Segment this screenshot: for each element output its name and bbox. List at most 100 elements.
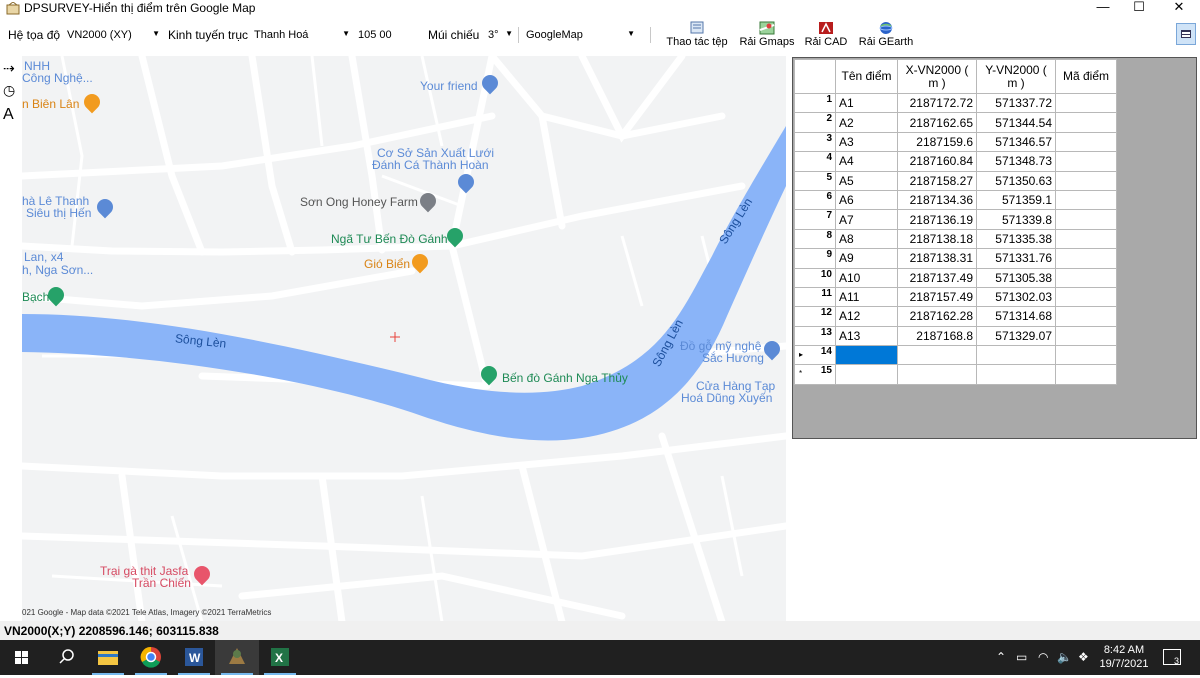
cell-code[interactable] [1055, 209, 1117, 230]
chevron-up-icon[interactable]: ⌃ [996, 650, 1006, 664]
gmaps-button[interactable]: Rải Gmaps [738, 21, 796, 48]
cell-y[interactable]: 571305.38 [976, 267, 1056, 288]
cell-x[interactable]: 2187134.36 [897, 189, 977, 211]
taskbar-chrome[interactable] [129, 640, 173, 675]
cell-y[interactable] [976, 345, 1056, 366]
cell-x[interactable]: 2187162.28 [897, 306, 977, 327]
row-number[interactable]: 13 [794, 325, 836, 347]
row-number[interactable]: 6 [794, 189, 836, 211]
cell-y[interactable]: 571302.03 [976, 286, 1056, 308]
cell-point-name[interactable]: A10 [835, 267, 898, 288]
cell-code[interactable] [1055, 306, 1117, 327]
cell-x[interactable]: 2187137.49 [897, 267, 977, 288]
row-number[interactable]: 7 [794, 209, 836, 230]
cell-point-name[interactable]: A2 [835, 112, 898, 133]
text-tool-icon[interactable]: A [3, 106, 14, 124]
cell-y[interactable]: 571359.1 [976, 189, 1056, 211]
volume-icon[interactable]: 🔈 [1057, 650, 1072, 664]
row-number[interactable]: 3 [794, 131, 836, 153]
cell-code[interactable] [1055, 131, 1117, 153]
cell-point-name[interactable]: A6 [835, 189, 898, 211]
cell-code[interactable] [1055, 170, 1117, 191]
cell-point-name[interactable]: A1 [835, 92, 898, 114]
column-header-y[interactable]: Y-VN2000 (m ) [976, 59, 1056, 94]
notification-button[interactable]: 3 [1163, 649, 1181, 666]
battery-icon[interactable]: ▭ [1016, 650, 1027, 664]
cell-code[interactable] [1055, 151, 1117, 172]
row-number[interactable]: * 15 [794, 364, 836, 385]
taskbar-word[interactable]: W [172, 640, 216, 675]
cell-x[interactable]: 2187159.6 [897, 131, 977, 153]
minimize-button[interactable]: — [1083, 0, 1123, 17]
cell-point-name[interactable] [835, 364, 898, 385]
row-number[interactable]: 11 [794, 286, 836, 308]
cell-y[interactable] [976, 364, 1056, 385]
cell-x[interactable] [897, 364, 977, 385]
cell-x[interactable]: 2187157.49 [897, 286, 977, 308]
maximize-button[interactable]: ☐ [1119, 0, 1159, 17]
clock[interactable]: 8:42 AM 19/7/2021 [1098, 643, 1150, 671]
cell-point-name[interactable]: A5 [835, 170, 898, 191]
province-select[interactable]: Thanh Hoá ▼ [249, 26, 353, 44]
cell-code[interactable] [1055, 345, 1117, 366]
dropbox-icon[interactable]: ❖ [1078, 650, 1089, 664]
cell-y[interactable]: 571335.38 [976, 228, 1056, 250]
cell-code[interactable] [1055, 189, 1117, 211]
wifi-icon[interactable]: ◠ [1038, 650, 1048, 664]
cell-point-name[interactable]: A7 [835, 209, 898, 230]
cell-point-name[interactable]: A8 [835, 228, 898, 250]
cell-code[interactable] [1055, 228, 1117, 250]
google-map[interactable]: NHH Công Nghệ... n Biên Lân Your friend … [22, 56, 786, 622]
cell-x[interactable]: 2187138.18 [897, 228, 977, 250]
cell-x[interactable]: 2187162.65 [897, 112, 977, 133]
cell-code[interactable] [1055, 248, 1117, 269]
row-number[interactable]: 12 [794, 306, 836, 327]
cell-point-name[interactable]: A11 [835, 286, 898, 308]
column-header-code[interactable]: Mã điểm [1055, 59, 1117, 94]
coord-system-select[interactable]: VN2000 (XY) ▼ [62, 26, 163, 44]
cell-y[interactable]: 571337.72 [976, 92, 1056, 114]
cell-x[interactable] [897, 345, 977, 366]
taskbar-excel[interactable]: X [258, 640, 302, 675]
cell-x[interactable]: 2187138.31 [897, 248, 977, 269]
cell-x[interactable]: 2187168.8 [897, 325, 977, 347]
search-button[interactable] [44, 640, 88, 675]
cell-point-name[interactable]: A3 [835, 131, 898, 153]
cell-x[interactable]: 2187172.72 [897, 92, 977, 114]
meridian-input[interactable]: 105 00 [353, 26, 423, 44]
grid-toggle-button[interactable] [1176, 23, 1196, 45]
cell-point-name[interactable]: A12 [835, 306, 898, 327]
cell-y[interactable]: 571339.8 [976, 209, 1056, 230]
pan-arrow-icon[interactable]: ⇢ [3, 60, 15, 77]
cell-code[interactable] [1055, 286, 1117, 308]
cell-x[interactable]: 2187160.84 [897, 151, 977, 172]
cell-y[interactable]: 571331.76 [976, 248, 1056, 269]
row-number[interactable]: 8 [794, 228, 836, 250]
cell-y[interactable]: 571314.68 [976, 306, 1056, 327]
cell-code[interactable] [1055, 364, 1117, 385]
cell-x[interactable]: 2187136.19 [897, 209, 977, 230]
cell-code[interactable] [1055, 112, 1117, 133]
cell-point-name-selected[interactable] [835, 345, 898, 366]
row-header-corner[interactable] [794, 59, 836, 94]
cell-point-name[interactable]: A9 [835, 248, 898, 269]
gearth-button[interactable]: Rải GEarth [858, 21, 914, 48]
cell-code[interactable] [1055, 267, 1117, 288]
row-number[interactable]: 5 [794, 170, 836, 191]
cell-y[interactable]: 571329.07 [976, 325, 1056, 347]
zone-select[interactable]: 3° ▼ [483, 26, 516, 44]
row-number[interactable]: 9 [794, 248, 836, 269]
close-button[interactable]: ✕ [1159, 0, 1199, 17]
cell-x[interactable]: 2187158.27 [897, 170, 977, 191]
taskbar-file-explorer[interactable] [86, 640, 130, 675]
cell-y[interactable]: 571348.73 [976, 151, 1056, 172]
taskbar-dpsurvey[interactable] [215, 640, 259, 675]
file-ops-button[interactable]: Thao tác tệp [666, 21, 728, 48]
column-header-x[interactable]: X-VN2000 (m ) [897, 59, 977, 94]
cell-code[interactable] [1055, 325, 1117, 347]
measure-icon[interactable]: ◷ [3, 82, 15, 99]
row-number[interactable]: 10 [794, 267, 836, 288]
row-number[interactable]: 2 [794, 112, 836, 133]
cell-code[interactable] [1055, 92, 1117, 114]
map-source-select[interactable]: GoogleMap ▼ [521, 26, 638, 44]
